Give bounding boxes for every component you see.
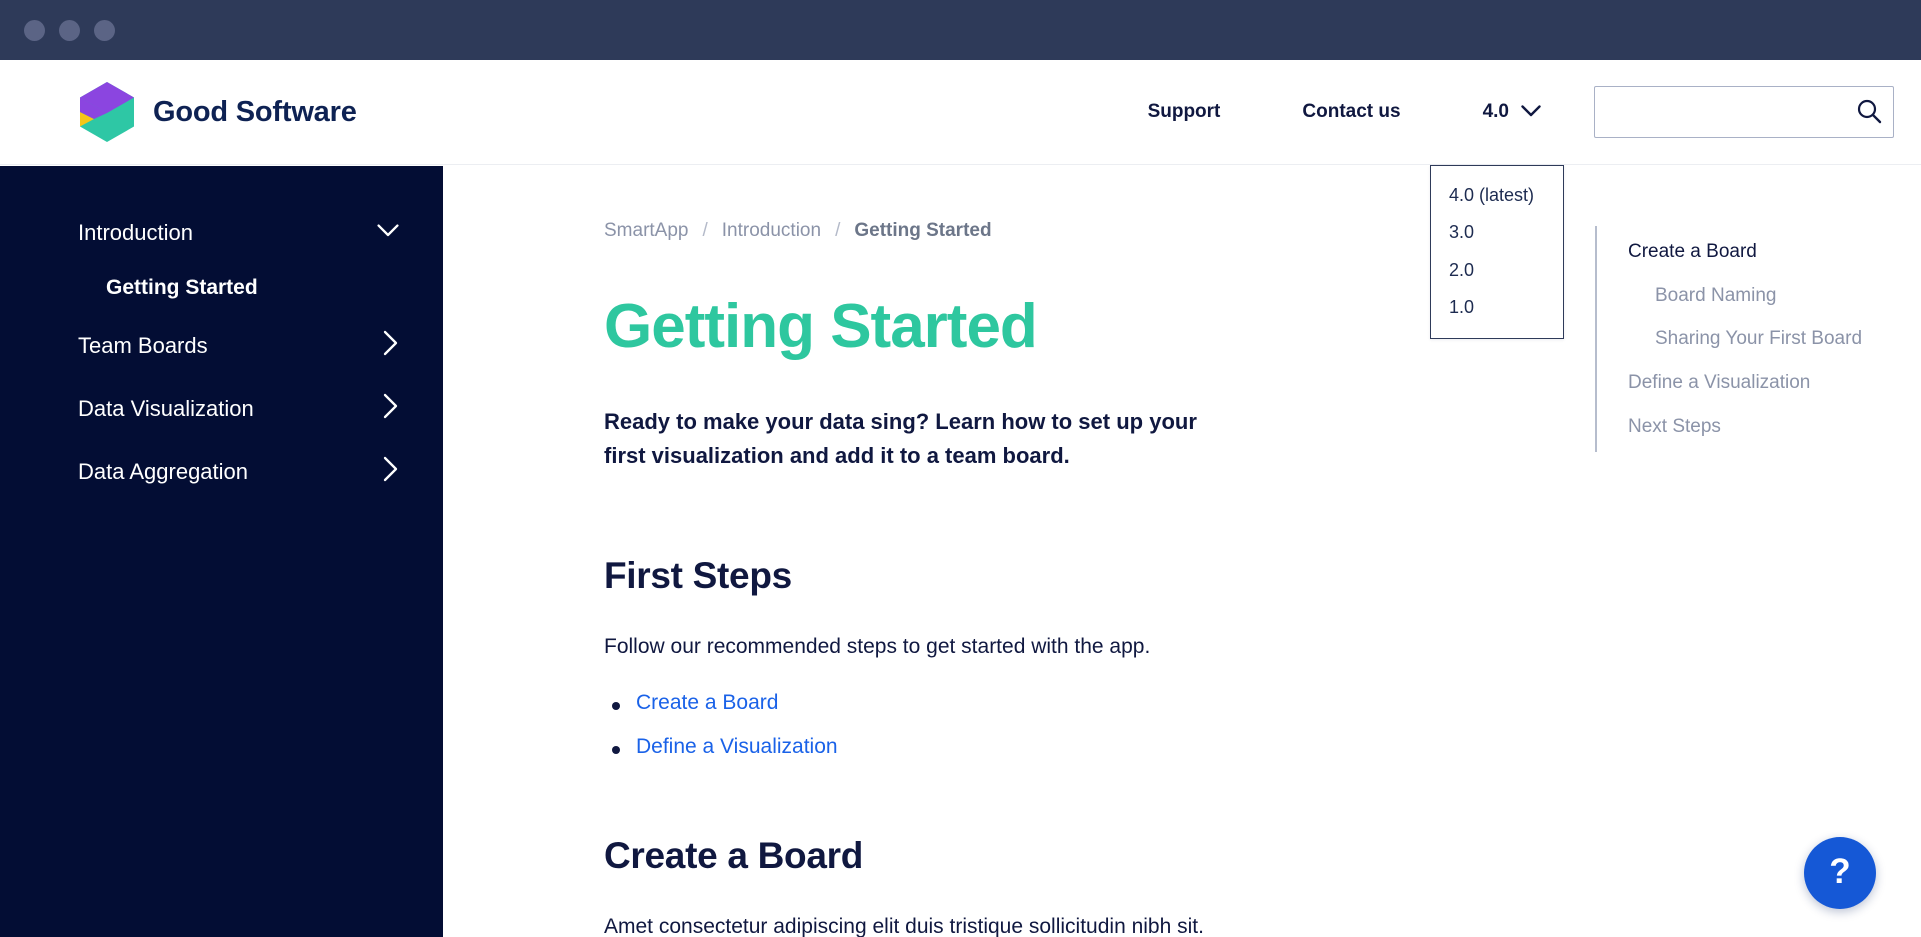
site-header: Good Software Support Contact us 4.0 <box>0 60 1921 165</box>
brand-logo-link[interactable]: Good Software <box>78 81 357 143</box>
chevron-down-icon <box>377 224 399 242</box>
minimize-dot[interactable] <box>59 19 80 41</box>
link-create-a-board[interactable]: Create a Board <box>636 691 778 714</box>
brand-name: Good Software <box>153 95 357 128</box>
list-item: Define a Visualization <box>604 735 1603 759</box>
header-nav: Support Contact us 4.0 <box>1148 86 1921 138</box>
search-icon <box>1855 97 1883 128</box>
search-button[interactable] <box>1852 95 1886 129</box>
toc-item-sharing-your-first-board[interactable]: Sharing Your First Board <box>1597 317 1915 361</box>
version-option-1-0[interactable]: 1.0 <box>1431 289 1563 326</box>
breadcrumb-current: Getting Started <box>854 220 992 241</box>
search-input[interactable] <box>1594 86 1894 138</box>
app-window: Good Software Support Contact us 4.0 4.0… <box>0 0 1921 937</box>
nav-link-support[interactable]: Support <box>1148 91 1221 133</box>
section-paragraph-first-steps: Follow our recommended steps to get star… <box>604 635 1151 659</box>
version-selector[interactable]: 4.0 <box>1483 91 1541 133</box>
section-heading-create-a-board: Create a Board <box>604 834 864 876</box>
link-define-a-visualization[interactable]: Define a Visualization <box>636 735 838 758</box>
version-dropdown-menu: 4.0 (latest) 3.0 2.0 1.0 <box>1430 165 1564 339</box>
close-dot[interactable] <box>24 19 45 41</box>
chevron-right-icon <box>383 393 399 424</box>
first-steps-link-list: Create a Board Define a Visualization <box>604 691 1603 759</box>
breadcrumb-separator: / <box>702 220 708 241</box>
sidebar-item-data-aggregation[interactable]: Data Aggregation <box>0 440 443 503</box>
sidebar-item-team-boards[interactable]: Team Boards <box>0 314 443 377</box>
list-item: Create a Board <box>604 691 1603 715</box>
sidebar-item-data-visualization[interactable]: Data Visualization <box>0 377 443 440</box>
version-selected-label: 4.0 <box>1482 101 1509 122</box>
sidebar-item-getting-started[interactable]: Getting Started <box>0 262 443 314</box>
sidebar-item-label: Team Boards <box>78 332 208 358</box>
version-option-4-0[interactable]: 4.0 (latest) <box>1431 177 1563 214</box>
left-sidebar: Introduction Getting Started Team Boards… <box>0 166 443 937</box>
section-paragraph-create-a-board: Amet consectetur adipiscing elit duis tr… <box>604 914 1204 937</box>
toc-item-next-steps[interactable]: Next Steps <box>1597 405 1915 449</box>
sidebar-item-label: Data Visualization <box>78 395 254 421</box>
version-option-2-0[interactable]: 2.0 <box>1431 252 1563 289</box>
chevron-right-icon <box>383 330 399 361</box>
toc-item-define-a-visualization[interactable]: Define a Visualization <box>1597 361 1915 405</box>
sidebar-item-introduction[interactable]: Introduction <box>0 204 443 262</box>
breadcrumb-separator: / <box>835 220 841 241</box>
table-of-contents: Create a Board Board Naming Sharing Your… <box>1595 226 1915 453</box>
breadcrumb-item-smartapp[interactable]: SmartApp <box>604 220 688 242</box>
page-lead-text: Ready to make your data sing? Learn how … <box>604 409 1197 469</box>
breadcrumb-item-introduction[interactable]: Introduction <box>722 220 821 242</box>
nav-link-contact-us[interactable]: Contact us <box>1302 91 1400 133</box>
sidebar-item-label: Introduction <box>78 220 193 245</box>
search-box <box>1594 86 1894 138</box>
version-option-3-0[interactable]: 3.0 <box>1431 214 1563 251</box>
help-button[interactable]: ? <box>1804 837 1876 909</box>
hexagon-cube-logo-icon <box>78 81 136 143</box>
chevron-right-icon <box>383 456 399 487</box>
window-titlebar <box>0 0 1921 60</box>
content-column: SmartApp / Introduction / Getting Starte… <box>443 166 1603 937</box>
section-heading-first-steps: First Steps <box>604 555 792 597</box>
sidebar-item-label: Getting Started <box>106 276 258 299</box>
sidebar-item-label: Data Aggregation <box>78 458 249 484</box>
toc-item-create-a-board[interactable]: Create a Board <box>1597 230 1915 274</box>
chevron-down-icon <box>1521 101 1541 123</box>
toc-item-board-naming[interactable]: Board Naming <box>1597 274 1915 318</box>
maximize-dot[interactable] <box>94 19 115 41</box>
